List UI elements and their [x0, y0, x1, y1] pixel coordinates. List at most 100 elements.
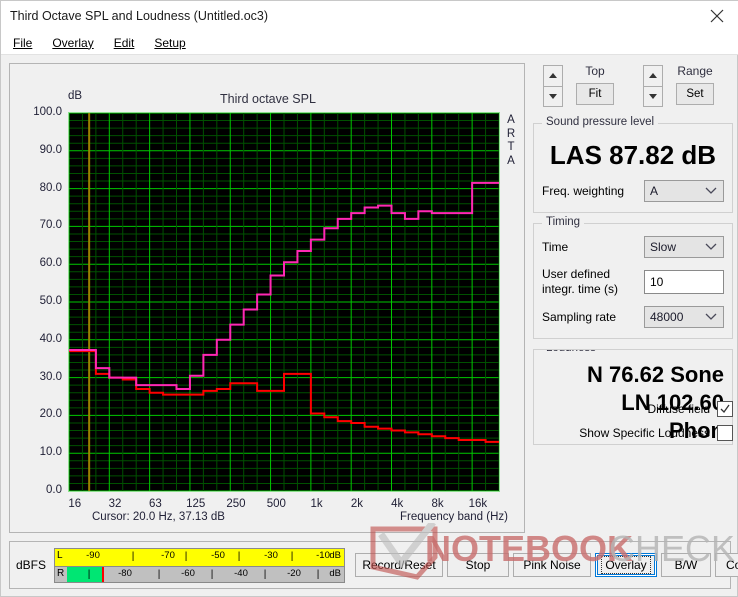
chart-panel: Third octave SPL dB 0.0 10.0 20.0 30.0 40.0 5… [9, 63, 525, 533]
sampling-rate-row: Sampling rate 48000 [542, 306, 724, 328]
timing-group-legend: Timing [542, 216, 585, 228]
loudness-sone-value: N 76.62 Sone [587, 362, 724, 387]
freq-weighting-select[interactable]: A [644, 180, 724, 202]
plot-area[interactable] [68, 112, 500, 492]
integration-time-row: User defined integr. time (s) 10 [542, 267, 724, 297]
x-axis-tick-0: 16 [68, 498, 82, 510]
bw-button[interactable]: B/W [661, 553, 711, 577]
integration-time-label-line1: User defined [542, 267, 611, 281]
meter-tick-top-4: -10 [316, 550, 330, 561]
show-specific-loudness-row: Show Specific Loudness [533, 425, 733, 441]
diffuse-field-row: Diffuse field [533, 401, 733, 417]
overlay-button[interactable]: Overlay [595, 553, 657, 577]
x-axis-tick-10: 16k [468, 498, 488, 510]
meter-tick-mark: | [210, 569, 214, 580]
arta-watermark-label: ARTA [506, 114, 516, 167]
range-spinner[interactable] [643, 65, 663, 107]
freq-weighting-label: Freq. weighting [542, 183, 625, 198]
x-axis-tick-7: 2k [350, 498, 363, 510]
integration-time-label-line2: integr. time (s) [542, 282, 619, 296]
meter-tick-bottom-2: -40 [234, 568, 248, 579]
meter-tick-mark: | [237, 551, 241, 562]
y-axis-tick-9: 90.0 [39, 143, 62, 156]
meter-tick-top-1: -70 [161, 550, 175, 561]
range-spinner-up-button[interactable] [643, 65, 663, 87]
x-axis-caption: Frequency band (Hz) [399, 511, 508, 523]
x-axis-tick-5: 500 [266, 498, 286, 510]
range-spinner-down-button[interactable] [643, 86, 663, 107]
menu-item-file[interactable]: File [11, 35, 34, 51]
range-label: Range [677, 64, 713, 78]
right-control-column: Top Fit Range Set Sound pressure level L… [533, 61, 733, 445]
menu-label-edit: Edit [113, 35, 135, 50]
triangle-down-icon [549, 93, 557, 99]
copy-button-label: Copy [725, 558, 738, 572]
meter-tick-mark: | [87, 569, 91, 580]
stop-button[interactable]: Stop [447, 553, 509, 577]
meter-tick-bottom-3: -20 [287, 568, 301, 579]
integration-time-input[interactable]: 10 [644, 270, 724, 294]
meter-tick-mark: | [184, 551, 188, 562]
sampling-rate-select[interactable]: 48000 [644, 306, 724, 328]
diffuse-field-label: Diffuse field [647, 402, 710, 416]
scale-controls-row: Top Fit Range Set [533, 61, 733, 109]
triangle-up-icon [649, 73, 657, 79]
bw-button-label: B/W [674, 558, 698, 572]
spl-value: LAS 87.82 dB [549, 140, 717, 170]
top-spinner-down-button[interactable] [543, 86, 563, 107]
show-specific-loudness-checkbox[interactable] [717, 425, 733, 441]
menu-bar: File Overlay Edit Setup [1, 31, 738, 54]
y-axis-unit-label: dB [68, 90, 83, 102]
menu-label-overlay: Overlay [52, 35, 94, 50]
diffuse-field-checkbox[interactable] [717, 401, 733, 417]
x-axis-tick-9: 8k [431, 498, 444, 510]
set-button[interactable]: Set [676, 83, 714, 105]
freq-weighting-row: Freq. weighting A [542, 180, 724, 202]
y-axis-tick-5: 50.0 [39, 295, 62, 307]
overlay-button-label: Overlay [601, 556, 651, 574]
dbfs-label: dBFS [16, 558, 47, 572]
meter-tick-bottom-1: -60 [181, 568, 195, 579]
chevron-down-icon [705, 184, 717, 198]
close-icon[interactable] [695, 1, 738, 31]
triangle-down-icon [649, 93, 657, 99]
dbfs-level-meter: L -90 | -70 | -50 | -30 | -10 dB R | -80… [54, 548, 345, 583]
time-label: Time [542, 239, 569, 254]
menu-item-setup[interactable]: Setup [152, 35, 187, 51]
meter-tick-top-2: -50 [211, 550, 225, 561]
y-axis-tick-8: 80.0 [39, 181, 62, 194]
sound-pressure-level-group: Sound pressure level LAS 87.82 dB Freq. … [533, 116, 733, 213]
loudness-group-legend: Loudness [542, 350, 600, 354]
meter-tick-mark: | [157, 569, 161, 580]
meter-tick-top-0: -90 [86, 550, 100, 561]
record-reset-button-label: Record/Reset [362, 558, 436, 572]
x-axis-tick-4: 250 [226, 498, 246, 510]
meter-level-fill-right [67, 567, 103, 582]
top-spinner-up-button[interactable] [543, 65, 563, 87]
pink-noise-button[interactable]: Pink Noise [513, 553, 591, 577]
freq-weighting-value: A [650, 184, 659, 198]
application-window: Third Octave SPL and Loudness (Untitled.… [0, 0, 738, 597]
menu-item-overlay[interactable]: Overlay [50, 35, 95, 51]
x-axis-tick-1: 32 [108, 498, 122, 510]
chevron-down-icon [705, 240, 717, 254]
copy-button[interactable]: Copy [715, 553, 738, 577]
pink-noise-button-label: Pink Noise [523, 558, 581, 572]
meter-peak-marker-right [102, 567, 104, 582]
window-title: Third Octave SPL and Loudness (Untitled.… [10, 9, 269, 23]
y-axis-tick-4: 40.0 [39, 332, 62, 345]
menu-item-edit[interactable]: Edit [112, 35, 137, 51]
meter-tick-mark: | [131, 551, 135, 562]
time-select[interactable]: Slow [644, 236, 724, 258]
time-row: Time Slow [542, 236, 724, 258]
record-reset-button[interactable]: Record/Reset [355, 553, 443, 577]
menu-label-file: File [13, 35, 33, 50]
meter-tick-top-3: -30 [264, 550, 278, 561]
chart-title: Third octave SPL [220, 92, 316, 106]
top-spinner[interactable] [543, 65, 563, 107]
fit-button[interactable]: Fit [576, 83, 614, 105]
meter-tick-bottom-0: -80 [118, 568, 132, 579]
x-axis-tick-8: 4k [391, 498, 404, 510]
sampling-rate-value: 48000 [650, 310, 684, 324]
meter-unit-bottom: dB [329, 568, 341, 579]
